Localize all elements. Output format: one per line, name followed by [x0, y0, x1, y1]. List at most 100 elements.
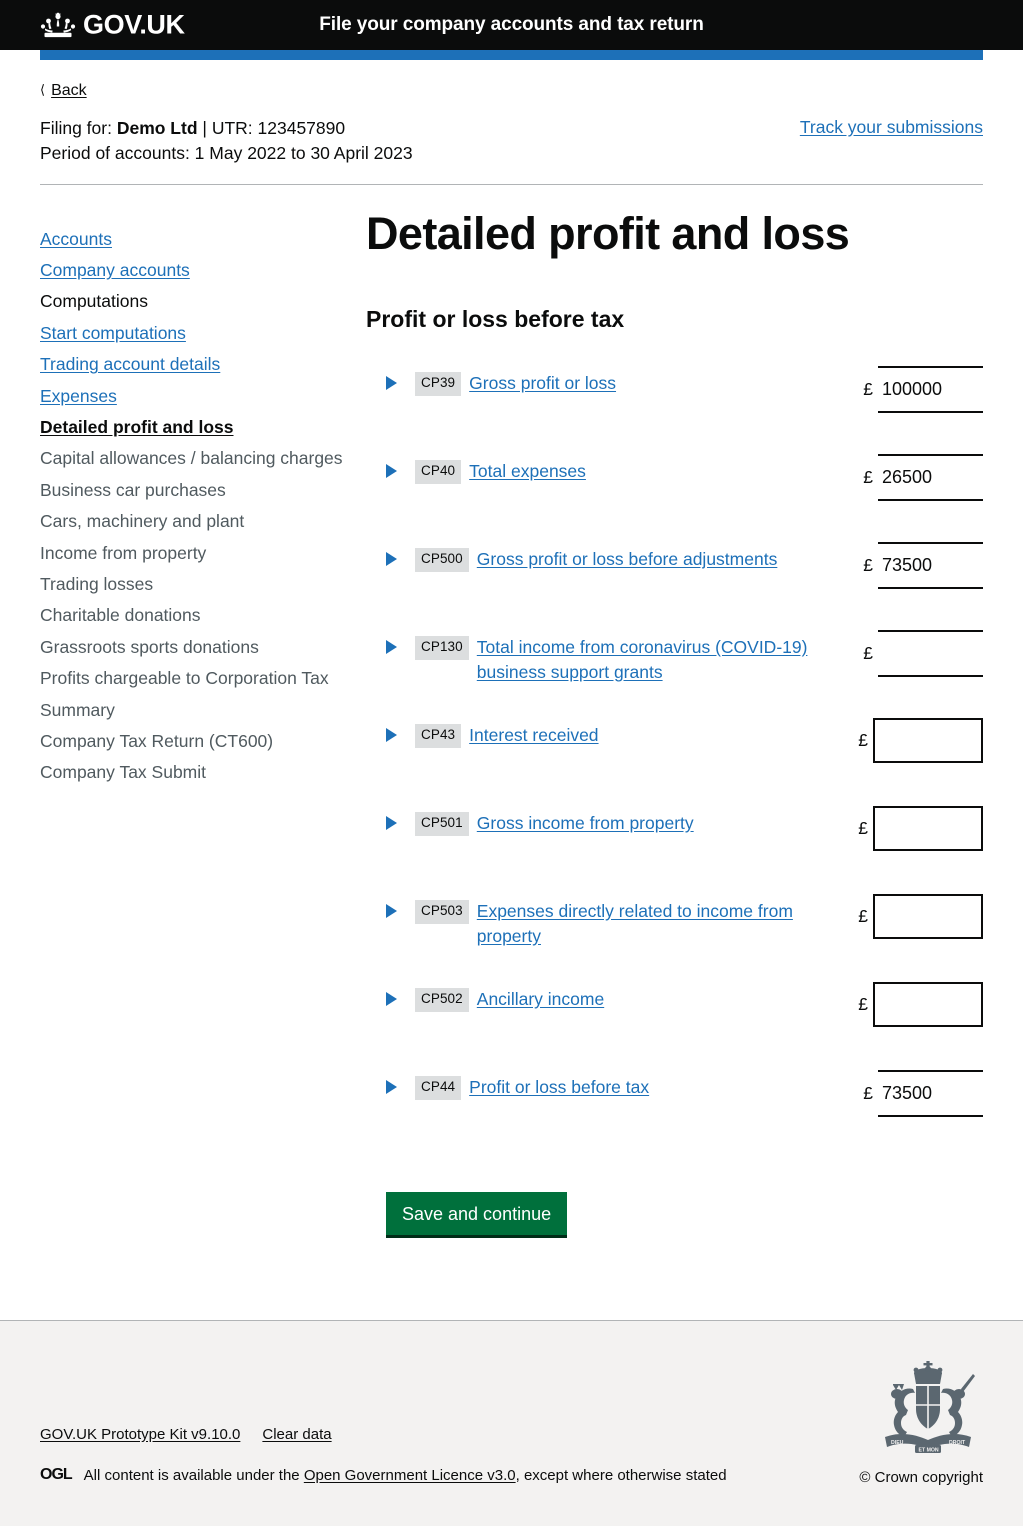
- footer-inner: GOV.UK Prototype Kit v9.10.0 Clear data …: [40, 1357, 983, 1486]
- currency-symbol: £: [863, 466, 873, 487]
- back-link-label: Back: [51, 82, 87, 99]
- amount-readonly-cp40: 26500: [878, 453, 983, 501]
- amount-readonly-cp39: 100000: [878, 365, 983, 413]
- govuk-logo-link[interactable]: GOV.UK: [40, 11, 185, 39]
- amount-readonly-cp44: 73500: [878, 1069, 983, 1117]
- sidebar-item-income-from-property: Income from property: [40, 542, 207, 563]
- amount-input-cp503[interactable]: [873, 893, 983, 939]
- filing-summary-row: Filing for: Demo Ltd | UTR: 123457890 Pe…: [40, 116, 983, 166]
- sidebar-item-expenses[interactable]: Expenses: [40, 384, 362, 410]
- expand-triangle-icon[interactable]: [386, 991, 397, 1006]
- row-label-group: CP44 Profit or loss before tax: [366, 1062, 808, 1100]
- profit-loss-rows: CP39 Gross profit or loss £100000 CP40 Total…: [366, 358, 983, 1136]
- amount-input-cp43[interactable]: [873, 717, 983, 763]
- save-button-container: Save and continue: [366, 1191, 983, 1238]
- row-label-link[interactable]: Ancillary income: [477, 987, 604, 1012]
- sidebar-item-trading-account-details[interactable]: Trading account details: [40, 352, 362, 378]
- sidebar-item-company-accounts[interactable]: Company accounts: [40, 258, 362, 284]
- footer-left-region: GOV.UK Prototype Kit v9.10.0 Clear data …: [40, 1364, 727, 1486]
- amount-input-cp501[interactable]: [873, 805, 983, 851]
- sidebar-item-cars-machinery-and-plant: Cars, machinery and plant: [40, 511, 245, 532]
- form-row-cp502: CP502 Ancillary income £: [366, 974, 983, 1048]
- svg-text:ET MON: ET MON: [919, 1447, 939, 1453]
- row-value-group: £: [808, 798, 983, 851]
- row-label-link[interactable]: Gross profit or loss: [469, 371, 616, 396]
- row-value-group: £: [808, 622, 983, 677]
- govuk-header: GOV.UK File your company accounts and ta…: [0, 0, 1023, 50]
- row-label-link[interactable]: Expenses directly related to income from…: [477, 899, 808, 949]
- expand-triangle-icon[interactable]: [386, 551, 397, 566]
- sidebar-item-capital-allowances-balancing-charges: Capital allowances / balancing charges: [40, 448, 343, 469]
- licence-row: OGL All content is available under the O…: [40, 1465, 727, 1486]
- row-value-group: £73500: [808, 534, 983, 589]
- prototype-kit-row: GOV.UK Prototype Kit v9.10.0 Clear data: [40, 1426, 727, 1443]
- currency-symbol: £: [863, 642, 873, 663]
- cp-code-chip: CP39: [415, 371, 462, 396]
- form-row-cp44: CP44 Profit or loss before tax £73500: [366, 1062, 983, 1136]
- row-value-group: £: [808, 710, 983, 763]
- row-label-link[interactable]: Total income from coronavirus (COVID-19)…: [477, 635, 808, 685]
- sidebar-item-computations: Computations: [40, 291, 148, 312]
- royal-coat-of-arms-icon: DIEU DROIT ET MON: [885, 1360, 975, 1453]
- form-row-cp40: CP40 Total expenses £26500: [366, 446, 983, 520]
- utr-value: 123457890: [257, 118, 346, 138]
- period-of-accounts: Period of accounts: 1 May 2022 to 30 Apr…: [40, 142, 413, 163]
- page-footer: GOV.UK Prototype Kit v9.10.0 Clear data …: [0, 1319, 1023, 1526]
- clear-data-link[interactable]: Clear data: [262, 1426, 331, 1443]
- filing-details: Filing for: Demo Ltd | UTR: 123457890 Pe…: [40, 116, 413, 166]
- body-columns: Accounts Company accounts Computations Star…: [0, 185, 1023, 1286]
- filing-for-prefix: Filing for:: [40, 118, 117, 138]
- expand-triangle-icon[interactable]: [386, 903, 397, 918]
- sidebar-item-summary: Summary: [40, 699, 115, 720]
- expand-triangle-icon[interactable]: [386, 815, 397, 830]
- expand-triangle-icon[interactable]: [386, 727, 397, 742]
- sidebar-item-detailed-profit-and-loss[interactable]: Detailed profit and loss: [40, 415, 362, 441]
- amount-readonly-cp500: 73500: [878, 541, 983, 589]
- row-label-group: CP503 Expenses directly related to income…: [366, 886, 808, 949]
- currency-symbol: £: [858, 993, 868, 1014]
- sidebar-item-profits-chargeable-to-corporation-tax: Profits chargeable to Corporation Tax: [40, 668, 329, 689]
- cp-code-chip: CP43: [415, 723, 462, 748]
- section-heading: Profit or loss before tax: [366, 306, 625, 333]
- chevron-left-icon: ⟨: [40, 82, 46, 97]
- back-link[interactable]: ⟨ Back: [40, 82, 87, 100]
- cp-code-chip: CP500: [415, 547, 469, 572]
- sidebar-item-trading-losses: Trading losses: [40, 573, 154, 594]
- row-value-group: £100000: [808, 358, 983, 413]
- sidebar-item-grassroots-sports-donations: Grassroots sports donations: [40, 636, 259, 657]
- sidebar-item-business-car-purchases: Business car purchases: [40, 479, 226, 500]
- sidebar-item-accounts[interactable]: Accounts: [40, 227, 362, 253]
- expand-triangle-icon[interactable]: [386, 1079, 397, 1094]
- row-label-group: CP130 Total income from coronavirus (COVI…: [366, 622, 808, 685]
- upper-region: ⟨ Back Filing for: Demo Ltd | UTR: 12345…: [0, 60, 1023, 185]
- open-government-licence-link[interactable]: Open Government Licence v3.0: [304, 1467, 516, 1484]
- cp-code-chip: CP503: [415, 899, 469, 924]
- currency-symbol: £: [863, 378, 873, 399]
- save-and-continue-button[interactable]: Save and continue: [386, 1191, 568, 1238]
- svg-text:DROIT: DROIT: [949, 1440, 966, 1446]
- row-label-link[interactable]: Gross profit or loss before adjustments: [477, 547, 778, 572]
- row-value-group: £: [808, 974, 983, 1027]
- expand-triangle-icon[interactable]: [386, 375, 397, 390]
- row-label-group: CP39 Gross profit or loss: [366, 358, 808, 396]
- row-value-group: £: [808, 886, 983, 939]
- currency-symbol: £: [863, 554, 873, 575]
- amount-input-cp502[interactable]: [873, 981, 983, 1027]
- sidebar-item-company-tax-return-ct600: Company Tax Return (CT600): [40, 730, 274, 751]
- prototype-kit-link[interactable]: GOV.UK Prototype Kit v9.10.0: [40, 1426, 240, 1443]
- track-submissions-link[interactable]: Track your submissions: [800, 117, 983, 138]
- form-row-cp43: CP43 Interest received £: [366, 710, 983, 784]
- form-row-cp130: CP130 Total income from coronavirus (COVI…: [366, 622, 983, 696]
- form-row-cp501: CP501 Gross income from property £: [366, 798, 983, 872]
- expand-triangle-icon[interactable]: [386, 639, 397, 654]
- currency-symbol: £: [858, 729, 868, 750]
- licence-suffix: , except where otherwise stated: [515, 1466, 727, 1484]
- row-label-link[interactable]: Total expenses: [469, 459, 586, 484]
- row-label-link[interactable]: Interest received: [469, 723, 598, 748]
- filing-separator: |: [197, 118, 212, 138]
- sidebar-item-start-computations[interactable]: Start computations: [40, 321, 362, 347]
- page-root: GOV.UK File your company accounts and ta…: [0, 0, 1023, 1526]
- row-label-link[interactable]: Profit or loss before tax: [469, 1075, 649, 1100]
- expand-triangle-icon[interactable]: [386, 463, 397, 478]
- row-label-link[interactable]: Gross income from property: [477, 811, 694, 836]
